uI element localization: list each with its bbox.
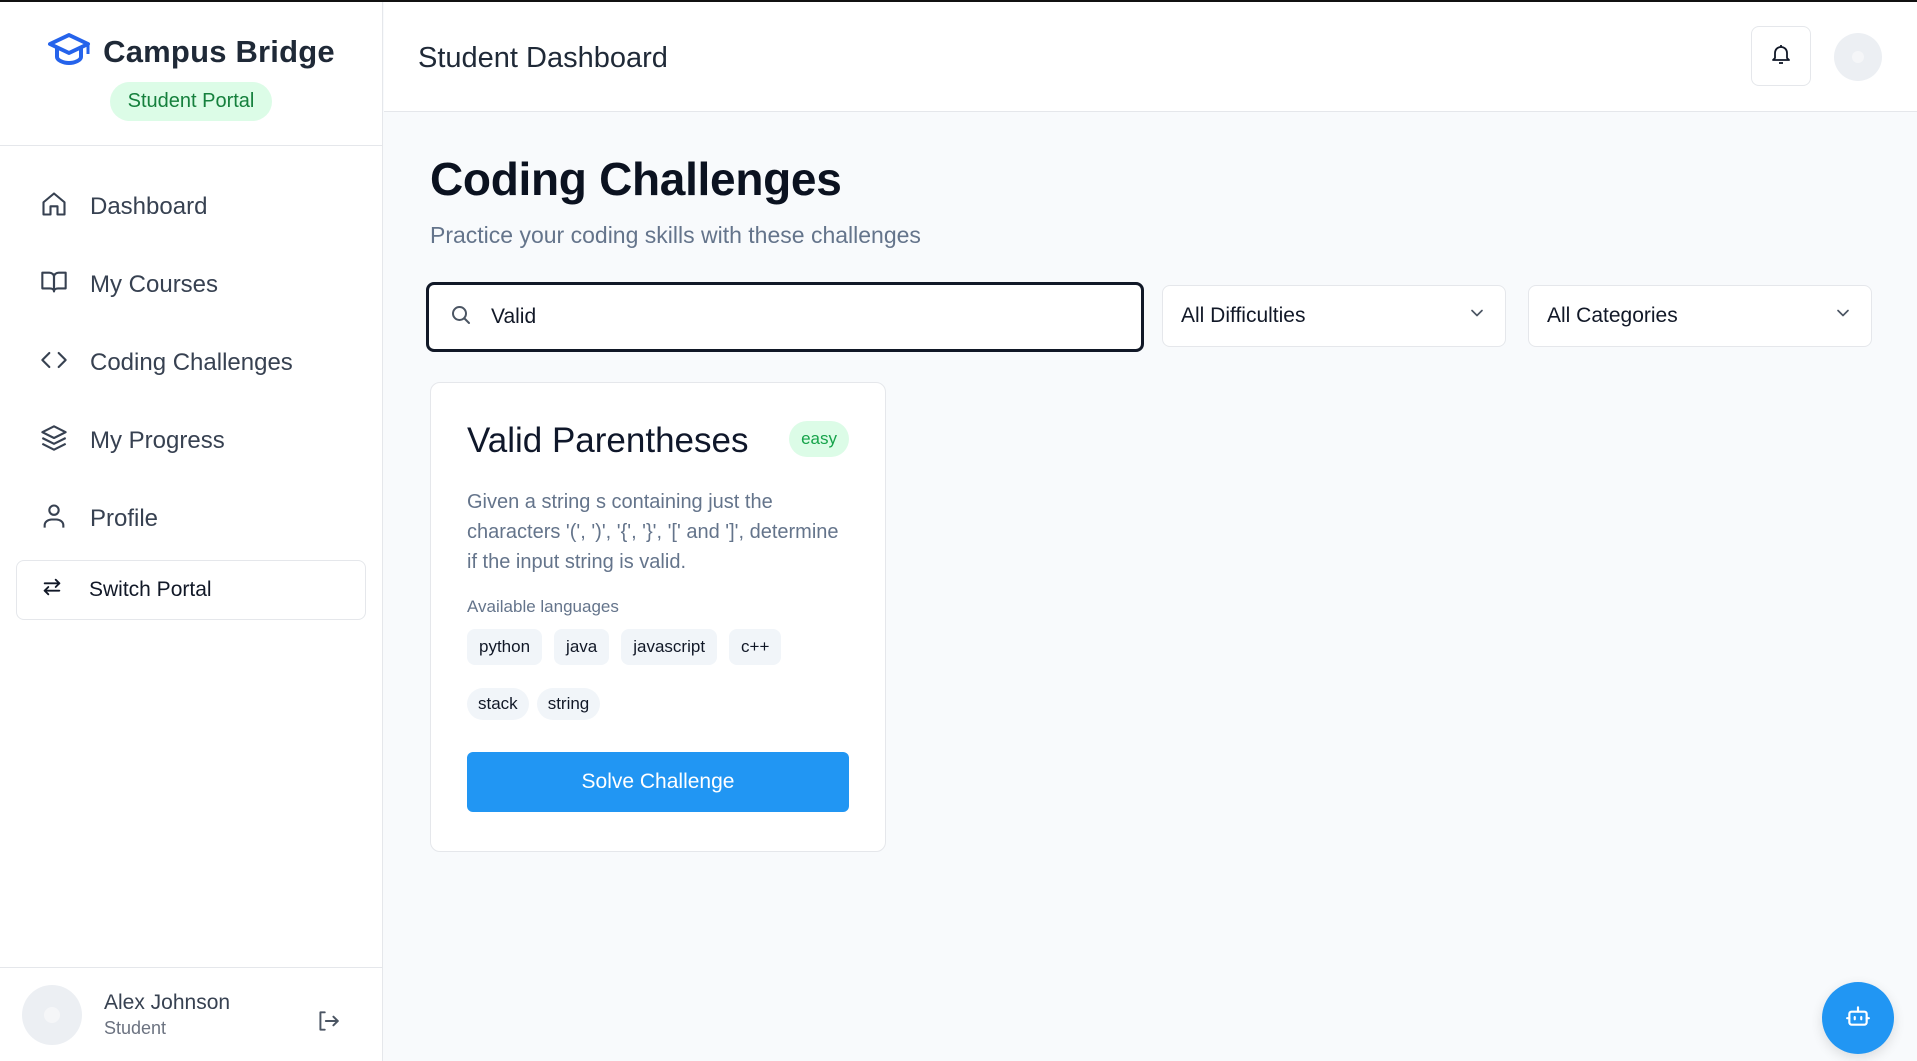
- language-tag: java: [554, 629, 610, 665]
- switch-portal-button[interactable]: Switch Portal: [16, 560, 366, 620]
- topic-tag: string: [536, 688, 601, 720]
- sidebar-item-label: Dashboard: [90, 193, 208, 220]
- search-input[interactable]: [491, 305, 1091, 329]
- home-icon: [40, 190, 68, 225]
- language-tags: python java javascript c++: [467, 629, 849, 665]
- main-content: Coding Challenges Practice your coding s…: [426, 112, 1917, 852]
- page-title: Coding Challenges: [430, 153, 842, 205]
- layers-icon: [40, 424, 68, 459]
- solve-challenge-button[interactable]: Solve Challenge: [467, 752, 849, 812]
- robot-icon: [1845, 1003, 1871, 1034]
- sidebar-item-label: My Progress: [90, 427, 225, 454]
- sidebar: Campus Bridge Student Portal Dashboard M…: [0, 2, 383, 1061]
- language-tag: c++: [729, 629, 782, 665]
- sidebar-item-coding-challenges[interactable]: Coding Challenges: [16, 324, 366, 402]
- sidebar-item-my-progress[interactable]: My Progress: [16, 402, 366, 480]
- brand-name: Campus Bridge: [103, 33, 335, 69]
- sidebar-item-label: My Courses: [90, 271, 219, 298]
- user-footer: Alex Johnson Student: [0, 967, 383, 1061]
- arrows-swap-icon: [41, 576, 63, 604]
- brand-header: Campus Bridge Student Portal: [0, 2, 382, 146]
- sidebar-item-label: Coding Challenges: [90, 349, 293, 376]
- bell-icon: [1769, 42, 1793, 71]
- notifications-button[interactable]: [1751, 26, 1811, 86]
- sidebar-item-label: Profile: [90, 505, 159, 532]
- topic-tags: stack string: [467, 688, 849, 720]
- challenge-card: Valid Parentheses easy Given a string s …: [430, 382, 886, 852]
- user-role: Student: [104, 1017, 167, 1038]
- header-title: Student Dashboard: [418, 42, 668, 74]
- search-icon: [449, 303, 473, 332]
- search-box[interactable]: [426, 282, 1144, 352]
- languages-label: Available languages: [467, 597, 619, 616]
- code-icon: [40, 346, 68, 381]
- language-tag: python: [467, 629, 543, 665]
- difficulty-select-value: All Difficulties: [1181, 304, 1306, 327]
- avatar: [22, 984, 82, 1045]
- sidebar-nav: Dashboard My Courses Coding Challenges M…: [0, 146, 382, 620]
- category-select-value: All Categories: [1547, 304, 1678, 327]
- switch-portal-label: Switch Portal: [89, 578, 212, 601]
- graduation-cap-icon: [47, 32, 91, 71]
- category-select[interactable]: All Categories: [1528, 285, 1872, 347]
- topic-tag: stack: [467, 688, 529, 720]
- header-avatar[interactable]: [1834, 33, 1882, 81]
- portal-badge: Student Portal: [109, 82, 273, 121]
- user-name: Alex Johnson: [104, 990, 231, 1014]
- sidebar-item-dashboard[interactable]: Dashboard: [16, 168, 366, 246]
- top-bar: Student Dashboard: [384, 2, 1917, 112]
- challenge-description: Given a string s containing just the cha…: [467, 491, 839, 573]
- assistant-bot-button[interactable]: [1822, 982, 1894, 1054]
- difficulty-badge: easy: [789, 421, 849, 457]
- brand-logo-link[interactable]: Campus Bridge: [47, 32, 335, 71]
- chevron-down-icon: [1467, 303, 1487, 329]
- sidebar-item-my-courses[interactable]: My Courses: [16, 246, 366, 324]
- difficulty-select[interactable]: All Difficulties: [1162, 285, 1506, 347]
- page-subtitle: Practice your coding skills with these c…: [430, 222, 921, 248]
- card-header: Valid Parentheses easy: [467, 419, 849, 461]
- logout-icon[interactable]: [315, 1008, 341, 1039]
- user-info: Alex Johnson Student: [104, 991, 230, 1039]
- chevron-down-icon: [1833, 303, 1853, 329]
- language-tag: javascript: [621, 629, 718, 665]
- book-open-icon: [40, 268, 68, 303]
- sidebar-item-profile[interactable]: Profile: [16, 480, 366, 558]
- challenge-title: Valid Parentheses: [467, 421, 749, 460]
- user-icon: [40, 502, 68, 537]
- filters-row: All Difficulties All Categories: [426, 282, 1872, 352]
